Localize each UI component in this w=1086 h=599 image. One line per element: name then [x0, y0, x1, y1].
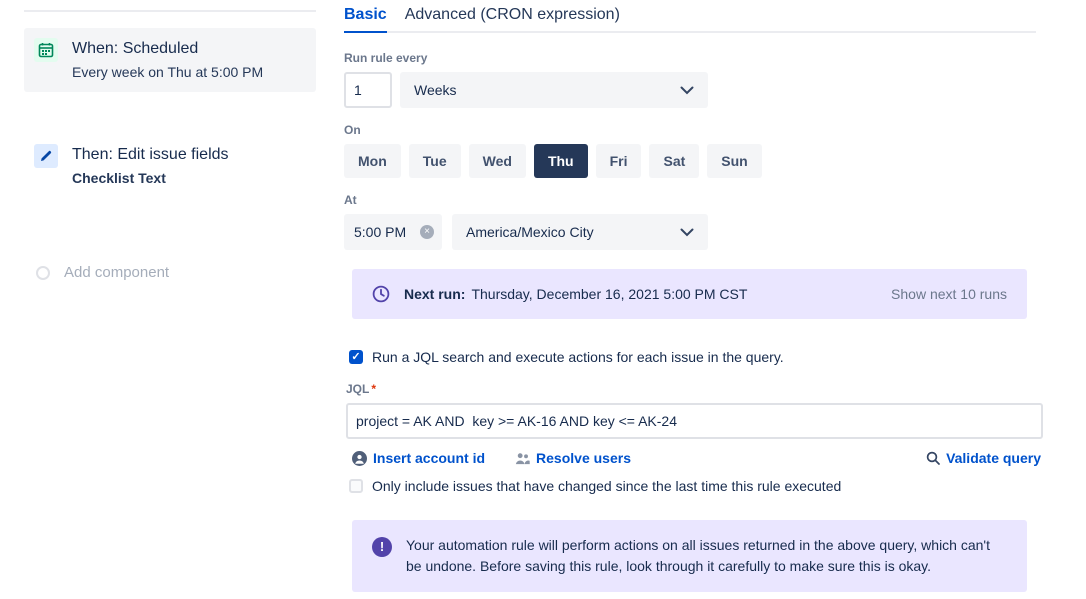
calendar-icon — [34, 38, 58, 62]
day-button-tue[interactable]: Tue — [409, 144, 461, 178]
when-title: When: Scheduled — [72, 38, 263, 60]
warning-text: Your automation rule will perform action… — [406, 535, 1006, 577]
at-label: At — [344, 193, 1036, 207]
sidebar-divider — [24, 10, 316, 12]
timezone-select[interactable]: America/Mexico City — [452, 214, 708, 250]
next-run-value: Thursday, December 16, 2021 5:00 PM CST — [471, 286, 747, 302]
sidebar-item-then-edit-issue[interactable]: Then: Edit issue fields Checklist Text — [24, 134, 316, 198]
tab-advanced-cron[interactable]: Advanced (CRON expression) — [405, 6, 620, 31]
on-label: On — [344, 123, 1036, 137]
pencil-icon — [34, 144, 58, 168]
run-jql-search-checkbox[interactable]: ✓ — [349, 350, 363, 364]
jql-field-label: JQL* — [346, 382, 1036, 396]
only-changed-issues-checkbox[interactable] — [349, 479, 363, 493]
next-run-label: Next run: — [404, 286, 465, 302]
tab-bar: Basic Advanced (CRON expression) — [344, 0, 1036, 33]
person-icon — [352, 451, 367, 466]
jql-helper-links: Insert account id Resolve users Valida — [352, 450, 1041, 466]
warning-banner: ! Your automation rule will perform acti… — [352, 520, 1027, 592]
people-icon — [515, 452, 530, 465]
day-button-thu[interactable]: Thu — [534, 144, 588, 178]
show-next-runs-link[interactable]: Show next 10 runs — [891, 286, 1007, 302]
next-run-banner: Next run: Thursday, December 16, 2021 5:… — [352, 269, 1027, 319]
resolve-users-label: Resolve users — [536, 450, 631, 466]
add-component-circle-icon — [36, 266, 50, 280]
warning-icon: ! — [372, 537, 392, 557]
sidebar-item-when-scheduled[interactable]: When: Scheduled Every week on Thu at 5:0… — [24, 28, 316, 92]
validate-query-label: Validate query — [946, 450, 1041, 466]
time-value: 5:00 PM — [354, 224, 406, 240]
then-subtitle: Checklist Text — [72, 168, 229, 188]
time-input[interactable]: 5:00 PM × — [344, 214, 442, 250]
add-component-label: Add component — [64, 264, 169, 281]
schedule-config-panel: Basic Advanced (CRON expression) Run rul… — [344, 0, 1036, 592]
insert-account-id-label: Insert account id — [373, 450, 485, 466]
rule-components-sidebar: When: Scheduled Every week on Thu at 5:0… — [24, 0, 316, 281]
day-button-fri[interactable]: Fri — [596, 144, 642, 178]
run-rule-every-label: Run rule every — [344, 51, 1036, 65]
interval-unit-select[interactable]: Weeks — [400, 72, 708, 108]
jql-label-text: JQL — [346, 382, 369, 396]
tab-basic[interactable]: Basic — [344, 6, 387, 33]
interval-value-input[interactable] — [344, 72, 392, 108]
timezone-value: America/Mexico City — [466, 224, 594, 240]
resolve-users-link[interactable]: Resolve users — [515, 450, 631, 466]
day-of-week-picker: Mon Tue Wed Thu Fri Sat Sun — [344, 144, 1036, 178]
required-asterisk: * — [371, 382, 376, 396]
run-jql-search-label: Run a JQL search and execute actions for… — [372, 349, 784, 365]
then-title: Then: Edit issue fields — [72, 144, 229, 166]
jql-query-input[interactable] — [346, 403, 1043, 439]
validate-query-link[interactable]: Validate query — [926, 450, 1041, 466]
chevron-down-icon — [680, 86, 694, 95]
when-subtitle: Every week on Thu at 5:00 PM — [72, 62, 263, 82]
insert-account-id-link[interactable]: Insert account id — [352, 450, 485, 466]
only-changed-issues-label: Only include issues that have changed si… — [372, 478, 841, 494]
add-component-button[interactable]: Add component — [24, 264, 316, 281]
search-icon — [926, 451, 940, 465]
day-button-sat[interactable]: Sat — [649, 144, 699, 178]
clock-icon — [372, 285, 390, 303]
chevron-down-icon — [680, 228, 694, 237]
day-button-wed[interactable]: Wed — [469, 144, 526, 178]
clear-time-icon[interactable]: × — [420, 225, 434, 239]
interval-unit-value: Weeks — [414, 82, 457, 98]
day-button-sun[interactable]: Sun — [707, 144, 761, 178]
day-button-mon[interactable]: Mon — [344, 144, 401, 178]
